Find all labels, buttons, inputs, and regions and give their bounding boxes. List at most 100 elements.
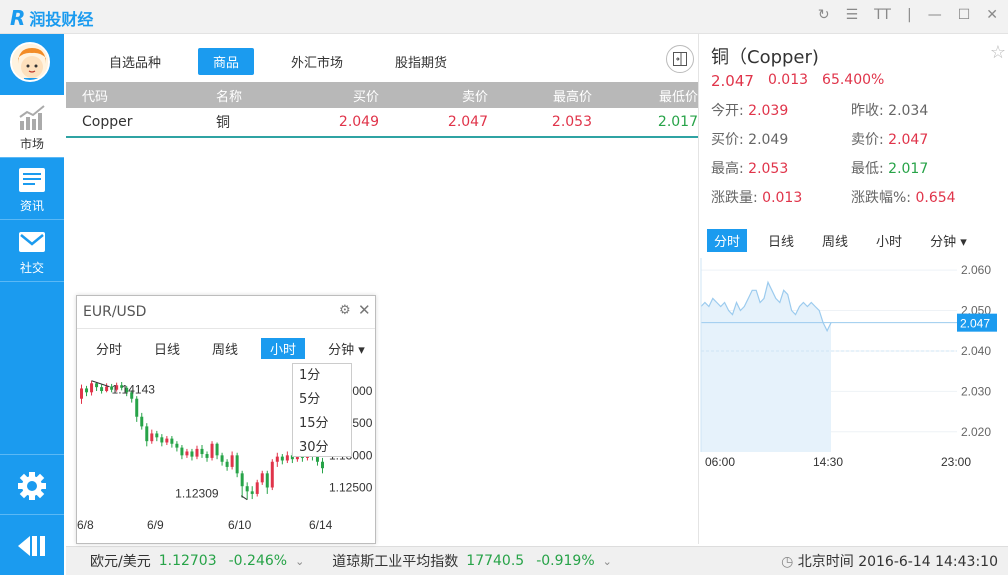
candle-body	[200, 448, 204, 455]
dropdown-option-1min[interactable]: 1分	[293, 364, 351, 388]
menu-icon[interactable]: ☰	[846, 7, 859, 23]
copper-intraday-chart: 2.0602.0502.0402.0302.0202.04706:00 14:30…	[700, 258, 997, 469]
field-value: 2.053	[748, 161, 789, 177]
col-high[interactable]: 最高价	[488, 86, 592, 105]
floating-chart-window[interactable]: EUR/USD ⚙ ✕ 分时 日线 周线 小时 分钟 ▾ 1.140001.13…	[76, 295, 376, 544]
sidebar-item-label: 资讯	[19, 199, 44, 213]
dropdown-option-30min[interactable]: 30分	[293, 436, 351, 460]
tab-daily[interactable]: 日线	[761, 229, 801, 252]
ticker-bar: 欧元/美元 1.12703 -0.246% ⌄ 道琼斯工业平均指数 17740.…	[66, 546, 1008, 575]
low-annotation: 1.12309	[175, 487, 219, 501]
candle-body	[240, 473, 244, 487]
candle-body	[80, 388, 84, 399]
candle-body	[100, 387, 104, 392]
col-code[interactable]: 代码	[66, 86, 186, 105]
ticker-price: 1.12703	[158, 553, 217, 569]
gear-icon[interactable]: ⚙	[339, 303, 351, 318]
float-title: EUR/USD	[83, 304, 147, 320]
panel-toggle-button[interactable]	[666, 45, 694, 73]
logout-button[interactable]	[0, 516, 64, 576]
candle-body	[85, 388, 89, 393]
x-tick-label: 14:30	[813, 455, 843, 469]
avatar[interactable]	[10, 42, 50, 82]
minute-dropdown: 1分 5分 15分 30分	[292, 363, 352, 457]
tab-commodities[interactable]: 商品	[198, 48, 255, 75]
sidebar-item-news[interactable]: 资讯	[0, 157, 64, 219]
candle-body	[135, 398, 139, 417]
candle-body	[160, 437, 164, 443]
price-area	[701, 282, 831, 452]
current-price-label: 2.047	[960, 317, 990, 331]
tab-hourly[interactable]: 小时	[261, 338, 306, 359]
app-logo: R 润投 财经	[10, 6, 93, 30]
dropdown-option-15min[interactable]: 15分	[293, 412, 351, 436]
refresh-icon[interactable]: ↻	[818, 7, 830, 23]
exit-arrow-icon	[18, 536, 45, 556]
col-name[interactable]: 名称	[186, 86, 271, 105]
col-ask[interactable]: 卖价	[381, 86, 488, 105]
close-icon[interactable]: ✕	[358, 301, 371, 319]
col-low[interactable]: 最低价	[592, 86, 698, 105]
tab-weekly[interactable]: 周线	[203, 338, 247, 359]
col-bid[interactable]: 买价	[271, 86, 381, 105]
tab-intraday[interactable]: 分时	[87, 338, 131, 359]
field-ask: 卖价: 2.047	[851, 129, 928, 149]
candle-body	[170, 438, 174, 444]
tab-minute[interactable]: 分钟 ▾	[319, 338, 374, 359]
ticker-pct: -0.246%	[228, 553, 288, 569]
field-label: 今开:	[711, 103, 749, 119]
tab-index-futures[interactable]: 股指期货	[380, 48, 462, 75]
font-size-icon[interactable]: TT	[874, 7, 891, 23]
separator: |	[906, 7, 912, 23]
chevron-down-icon[interactable]: ⌄	[603, 555, 612, 568]
app-name-suffix: 财经	[61, 10, 94, 29]
candle-body	[185, 451, 189, 456]
sidebar-item-market[interactable]: 市场	[0, 95, 64, 157]
field-value: 2.049	[748, 132, 789, 148]
dropdown-option-5min[interactable]: 5分	[293, 388, 351, 412]
price-change: 0.013	[767, 72, 809, 88]
ticker-name: 欧元/美元	[90, 554, 151, 570]
app-name-prefix: 润投	[29, 10, 62, 29]
favorite-star-icon[interactable]: ☆	[990, 42, 1006, 63]
field-value: 0.654	[915, 190, 956, 206]
field-open: 今开: 2.039	[711, 100, 788, 120]
ticker-pct: -0.919%	[536, 553, 595, 569]
field-label: 最高:	[711, 161, 749, 177]
cell-bid: 2.049	[338, 114, 379, 130]
y-tick-label: 2.060	[961, 263, 991, 277]
mail-icon	[19, 232, 45, 252]
tab-daily[interactable]: 日线	[145, 338, 189, 359]
tab-forex[interactable]: 外汇市场	[276, 48, 358, 75]
x-tick-label: 6/9	[147, 518, 164, 532]
y-tick-label: 2.040	[961, 344, 991, 358]
cell-low: 2.017	[657, 114, 698, 130]
table-row[interactable]: Copper 铜 2.049 2.047 2.053 2.017	[66, 108, 698, 138]
sidebar-item-social[interactable]: 社交	[0, 219, 64, 281]
candle-body	[190, 451, 194, 457]
candle-body	[250, 491, 254, 494]
high-annotation: 1.14143	[112, 383, 156, 397]
float-period-tabs: 分时 日线 周线 小时 分钟 ▾	[87, 338, 374, 359]
tab-weekly[interactable]: 周线	[815, 229, 855, 252]
candle-body	[265, 473, 269, 488]
x-tick-label: 6/14	[309, 518, 333, 532]
field-label: 涨跌量:	[711, 190, 763, 206]
sidebar: 市场 资讯 社交	[0, 34, 64, 575]
chevron-down-icon[interactable]: ⌄	[295, 555, 304, 568]
cell-high: 2.053	[551, 114, 592, 130]
minimize-icon[interactable]: —	[928, 7, 942, 23]
maximize-icon[interactable]: ☐	[958, 7, 971, 23]
close-icon[interactable]: ✕	[986, 7, 998, 23]
logo-r-icon: R	[10, 6, 26, 30]
tab-intraday[interactable]: 分时	[707, 229, 748, 252]
x-tick-label: 06:00	[705, 455, 735, 469]
table-header: 代码 名称 买价 卖价 最高价 最低价	[66, 82, 698, 108]
candle-body	[155, 433, 159, 438]
tab-minute[interactable]: 分钟 ▾	[923, 229, 974, 252]
candle-body	[195, 448, 199, 457]
settings-button[interactable]	[0, 456, 64, 516]
tab-hourly[interactable]: 小时	[869, 229, 909, 252]
tab-watchlist[interactable]: 自选品种	[94, 48, 176, 75]
field-value: 2.017	[888, 161, 929, 177]
